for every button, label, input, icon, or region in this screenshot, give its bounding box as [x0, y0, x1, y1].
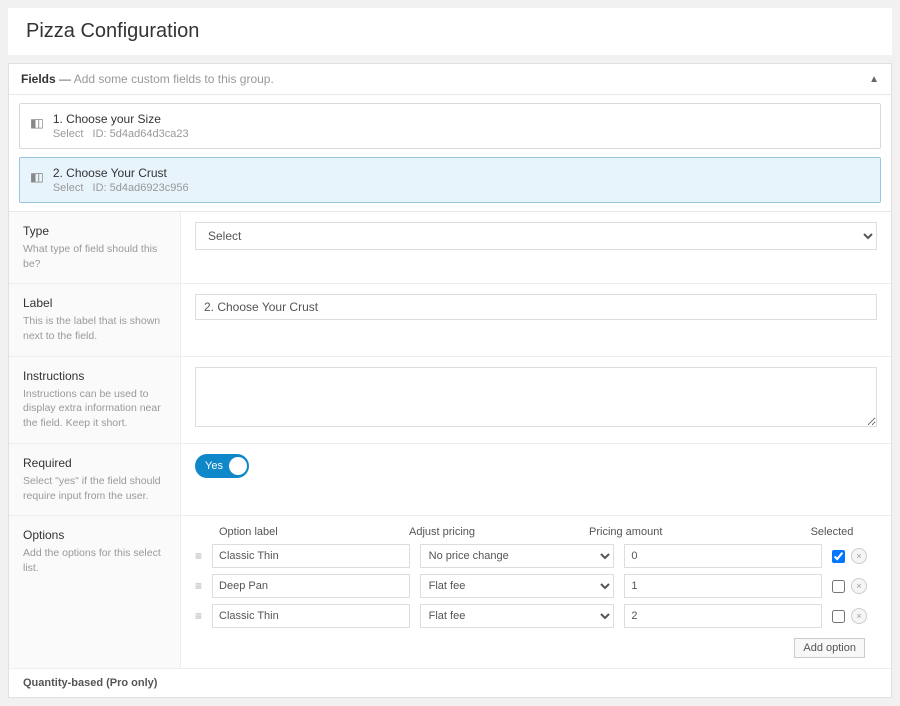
- setting-desc: What type of field should this be?: [23, 242, 166, 271]
- collapse-icon[interactable]: ▲: [869, 74, 879, 85]
- remove-option-button[interactable]: ×: [851, 578, 867, 594]
- adjust-pricing-select[interactable]: Flat fee: [420, 604, 615, 628]
- setting-label: Required: [23, 456, 166, 470]
- setting-label: Instructions: [23, 369, 166, 383]
- option-row: ≡ Flat fee ×: [195, 574, 877, 598]
- fields-list: ▮▯▯ 1. Choose your Size Select ID: 5d4ad…: [9, 95, 891, 203]
- pricing-amount-input[interactable]: [624, 544, 822, 568]
- drag-handle-icon[interactable]: ▮▯▯: [30, 170, 41, 184]
- field-meta: Select ID: 5d4ad64d3ca23: [53, 128, 870, 140]
- footer-cutoff-text: Quantity-based (Pro only): [9, 669, 891, 697]
- adjust-pricing-select[interactable]: Flat fee: [420, 574, 615, 598]
- drag-icon[interactable]: ≡: [195, 609, 202, 623]
- fields-panel: Fields — Add some custom fields to this …: [8, 63, 892, 698]
- pricing-amount-input[interactable]: [624, 574, 822, 598]
- add-option-button[interactable]: Add option: [794, 638, 865, 658]
- setting-required: Required Select "yes" if the field shoul…: [9, 444, 891, 516]
- panel-header[interactable]: Fields — Add some custom fields to this …: [9, 64, 891, 95]
- page-title: Pizza Configuration: [26, 20, 874, 43]
- option-label-input[interactable]: [212, 574, 410, 598]
- field-row[interactable]: ▮▯▯ 2. Choose Your Crust Select ID: 5d4a…: [19, 157, 881, 203]
- page-header: Pizza Configuration: [8, 8, 892, 55]
- drag-icon[interactable]: ≡: [195, 549, 202, 563]
- option-label-input[interactable]: [212, 604, 410, 628]
- setting-desc: Add the options for this select list.: [23, 546, 166, 575]
- drag-icon[interactable]: ≡: [195, 579, 202, 593]
- field-row[interactable]: ▮▯▯ 1. Choose your Size Select ID: 5d4ad…: [19, 103, 881, 149]
- selected-checkbox[interactable]: [832, 580, 845, 593]
- setting-desc: Instructions can be used to display extr…: [23, 387, 166, 431]
- type-select[interactable]: Select: [195, 222, 877, 250]
- field-settings: Type What type of field should this be? …: [9, 211, 891, 669]
- required-toggle[interactable]: Yes: [195, 454, 249, 478]
- label-input[interactable]: [195, 294, 877, 320]
- option-label-input[interactable]: [212, 544, 410, 568]
- selected-checkbox[interactable]: [832, 610, 845, 623]
- setting-desc: Select "yes" if the field should require…: [23, 474, 166, 503]
- setting-label-row: Label This is the label that is shown ne…: [9, 284, 891, 356]
- setting-type: Type What type of field should this be? …: [9, 212, 891, 284]
- remove-option-button[interactable]: ×: [851, 608, 867, 624]
- adjust-pricing-select[interactable]: No price change: [420, 544, 615, 568]
- toggle-knob-icon: [229, 457, 247, 475]
- setting-options: Options Add the options for this select …: [9, 516, 891, 669]
- setting-desc: This is the label that is shown next to …: [23, 314, 166, 343]
- field-meta: Select ID: 5d4ad6923c956: [53, 182, 870, 194]
- pricing-amount-input[interactable]: [624, 604, 822, 628]
- selected-checkbox[interactable]: [832, 550, 845, 563]
- drag-handle-icon[interactable]: ▮▯▯: [30, 116, 41, 130]
- setting-label: Label: [23, 296, 166, 310]
- field-name: 2. Choose Your Crust: [53, 166, 870, 180]
- panel-title: Fields — Add some custom fields to this …: [21, 72, 274, 86]
- field-name: 1. Choose your Size: [53, 112, 870, 126]
- remove-option-button[interactable]: ×: [851, 548, 867, 564]
- instructions-textarea[interactable]: [195, 367, 877, 427]
- setting-instructions: Instructions Instructions can be used to…: [9, 357, 891, 444]
- option-row: ≡ No price change ×: [195, 544, 877, 568]
- options-header: Option label Adjust pricing Pricing amou…: [195, 526, 877, 538]
- setting-label: Type: [23, 224, 166, 238]
- option-row: ≡ Flat fee ×: [195, 604, 877, 628]
- setting-label: Options: [23, 528, 166, 542]
